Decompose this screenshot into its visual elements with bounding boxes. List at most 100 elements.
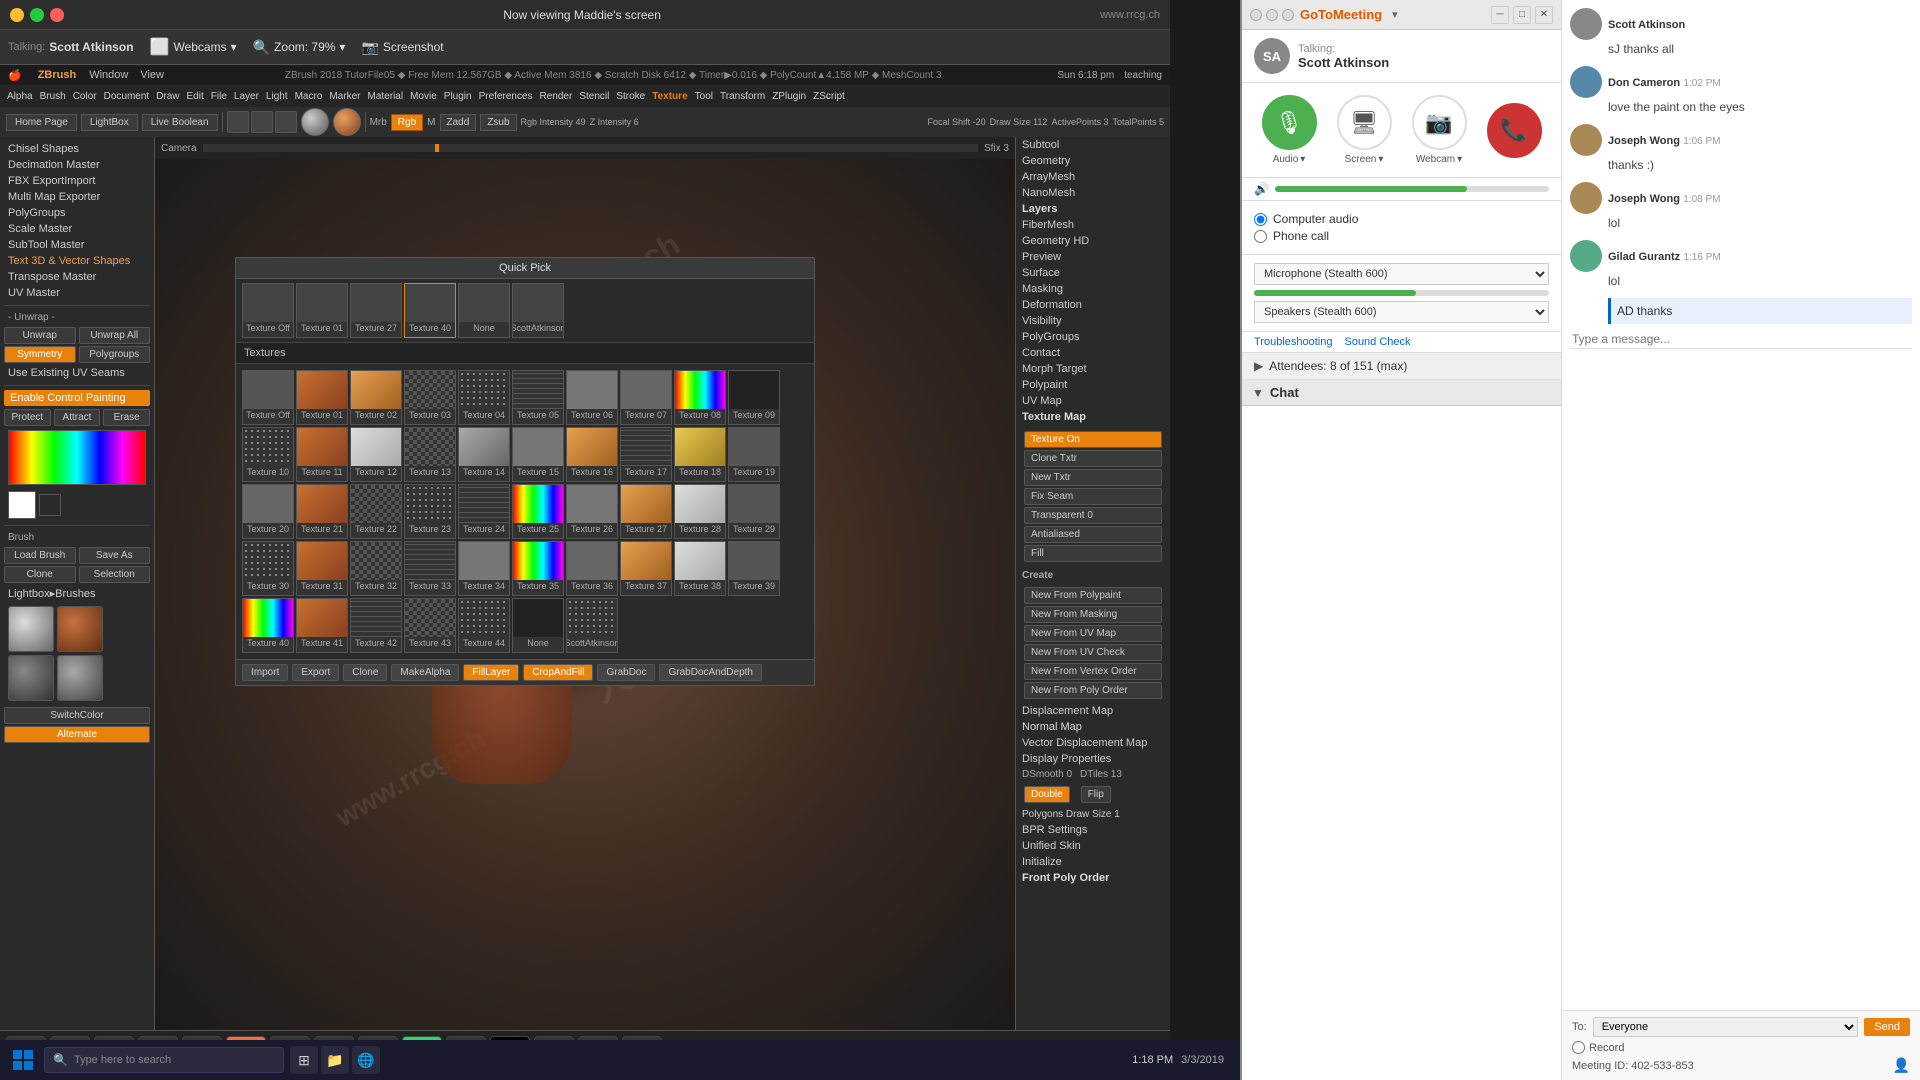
rp-geometry[interactable]: Geometry <box>1016 153 1170 169</box>
save-as-button[interactable]: Save As <box>79 547 151 564</box>
taskbar-icon-3[interactable]: 🌐 <box>352 1046 380 1074</box>
sb-enable-control[interactable]: Enable Control Painting <box>4 390 150 406</box>
rp-morph-target[interactable]: Morph Target <box>1016 361 1170 377</box>
render-menu[interactable]: Render <box>537 91 576 102</box>
tex-item-37[interactable]: Texture 37 <box>620 541 672 596</box>
sb-use-existing-uv[interactable]: Use Existing UV Seams <box>4 365 150 381</box>
sb-polygroups[interactable]: PolyGroups <box>4 205 150 221</box>
gtm-mic-button[interactable]: 🎙 <box>1262 95 1317 150</box>
tex-item-25[interactable]: Texture 25 <box>512 484 564 539</box>
window-controls[interactable] <box>10 8 64 22</box>
canvas-area[interactable]: www.rrcg.ch 人人素材 人人素材 www.rrcg.ch Camera… <box>155 137 1015 1030</box>
zadd-button[interactable]: Zadd <box>440 114 477 131</box>
new-from-polypaint[interactable]: New From Polypaint <box>1024 587 1162 604</box>
zscript-menu[interactable]: ZScript <box>810 91 848 102</box>
export-button[interactable]: Export <box>292 664 339 681</box>
tex-item-3[interactable]: Texture 03 <box>404 370 456 425</box>
tex-item-41[interactable]: Texture 41 <box>296 598 348 653</box>
tex-item-24[interactable]: Texture 24 <box>458 484 510 539</box>
erase-button[interactable]: Erase <box>103 409 150 426</box>
preferences-menu[interactable]: Preferences <box>476 91 536 102</box>
tool-menu[interactable]: Tool <box>692 91 716 102</box>
rp-layers[interactable]: Layers <box>1016 201 1170 217</box>
sb-lightbox-brushes[interactable]: Lightbox▸Brushes <box>4 585 150 602</box>
new-txtr-button[interactable]: New Txtr <box>1024 469 1162 486</box>
rp-initialize[interactable]: Initialize <box>1016 854 1170 870</box>
tex-item-5[interactable]: Texture 05 <box>512 370 564 425</box>
rp-nanomesh[interactable]: NanoMesh <box>1016 185 1170 201</box>
tex-item-10[interactable]: Texture 10 <box>242 427 294 482</box>
tex-item-42[interactable]: Texture 42 <box>350 598 402 653</box>
tex-item-36[interactable]: Texture 36 <box>566 541 618 596</box>
rp-normal-map[interactable]: Normal Map <box>1016 719 1170 735</box>
gtm-close-btn[interactable] <box>1250 9 1262 21</box>
qp-tex-none[interactable]: None <box>458 283 510 338</box>
selection-button[interactable]: Selection <box>79 566 151 583</box>
sound-check-link[interactable]: Sound Check <box>1344 336 1410 348</box>
new-from-uv-map[interactable]: New From UV Map <box>1024 625 1162 642</box>
gtm-win-controls[interactable] <box>1250 9 1294 21</box>
rp-texture-map[interactable]: Texture Map <box>1016 409 1170 425</box>
tex-item-20[interactable]: Texture 20 <box>242 484 294 539</box>
phone-call-radio[interactable] <box>1254 230 1267 243</box>
tex-item-14[interactable]: Texture 14 <box>458 427 510 482</box>
gtm-close-icon[interactable]: ✕ <box>1535 6 1553 24</box>
tex-item-28[interactable]: Texture 28 <box>674 484 726 539</box>
rp-display-properties[interactable]: Display Properties <box>1016 751 1170 767</box>
material-sphere[interactable] <box>333 108 361 136</box>
switch-color-button[interactable]: SwitchColor <box>4 707 150 724</box>
meeting-info-icon[interactable]: 👤 <box>1893 1057 1910 1074</box>
tex-item-4[interactable]: Texture 04 <box>458 370 510 425</box>
home-page-button[interactable]: Home Page <box>6 114 77 131</box>
light-menu[interactable]: Light <box>263 91 291 102</box>
troubleshooting-link[interactable]: Troubleshooting <box>1254 336 1332 348</box>
crop-and-fill-button[interactable]: CropAndFill <box>523 664 593 681</box>
gtm-hangup-button[interactable]: 📞 <box>1487 103 1542 158</box>
zplugin-menu[interactable]: ZPlugin <box>769 91 809 102</box>
tex-item-19[interactable]: Texture 19 <box>728 427 780 482</box>
clay-brush[interactable] <box>57 606 103 652</box>
tex-item-13[interactable]: Texture 13 <box>404 427 456 482</box>
tex-item-7[interactable]: Texture 07 <box>620 370 672 425</box>
texture-menu[interactable]: Texture <box>649 91 690 102</box>
sb-chisel-shapes[interactable]: Chisel Shapes <box>4 141 150 157</box>
rp-arraymesh[interactable]: ArrayMesh <box>1016 169 1170 185</box>
fg-color-swatch[interactable] <box>8 491 36 519</box>
rp-visibility[interactable]: Visibility <box>1016 313 1170 329</box>
rp-subtool[interactable]: Subtool <box>1016 137 1170 153</box>
tex-item-31[interactable]: Texture 31 <box>296 541 348 596</box>
zsub-button[interactable]: Zsub <box>480 114 516 131</box>
tex-item-32[interactable]: Texture 32 <box>350 541 402 596</box>
tex-item-21[interactable]: Texture 21 <box>296 484 348 539</box>
rp-polygroups2[interactable]: PolyGroups <box>1016 329 1170 345</box>
chat-expand-icon[interactable]: ▼ <box>1252 386 1264 400</box>
send-button[interactable]: Send <box>1864 1018 1910 1036</box>
brush-sphere[interactable] <box>301 108 329 136</box>
flip-button[interactable]: Flip <box>1081 786 1111 803</box>
tex-item-0[interactable]: Texture Off <box>242 370 294 425</box>
bg-color-swatch[interactable] <box>39 494 61 516</box>
rp-geometryhd[interactable]: Geometry HD <box>1016 233 1170 249</box>
new-from-uv-check[interactable]: New From UV Check <box>1024 644 1162 661</box>
draw-menu[interactable]: Draw <box>153 91 182 102</box>
minimize-button[interactable] <box>10 8 24 22</box>
rotate-icon[interactable] <box>275 111 297 133</box>
tex-item-33[interactable]: Texture 33 <box>404 541 456 596</box>
rp-masking[interactable]: Masking <box>1016 281 1170 297</box>
gtm-webcam-button[interactable]: 📷 <box>1412 95 1467 150</box>
sb-fbx-export[interactable]: FBX ExportImport <box>4 173 150 189</box>
tex-item-17[interactable]: Texture 17 <box>620 427 672 482</box>
computer-audio-radio[interactable] <box>1254 213 1267 226</box>
taskbar-icon-1[interactable]: ⊞ <box>290 1046 318 1074</box>
protect-button[interactable]: Protect <box>4 409 51 426</box>
unwrap-button[interactable]: Unwrap <box>4 327 76 344</box>
color-picker[interactable] <box>8 430 146 485</box>
tex-item-22[interactable]: Texture 22 <box>350 484 402 539</box>
document-menu[interactable]: Document <box>101 91 153 102</box>
move-brush[interactable] <box>8 655 54 701</box>
sb-multi-map[interactable]: Multi Map Exporter <box>4 189 150 205</box>
rp-polypaint[interactable]: Polypaint <box>1016 377 1170 393</box>
plugin-menu[interactable]: Plugin <box>441 91 475 102</box>
tex-item-39[interactable]: Texture 39 <box>728 541 780 596</box>
microphone-select[interactable]: Microphone (Stealth 600) <box>1254 263 1549 285</box>
